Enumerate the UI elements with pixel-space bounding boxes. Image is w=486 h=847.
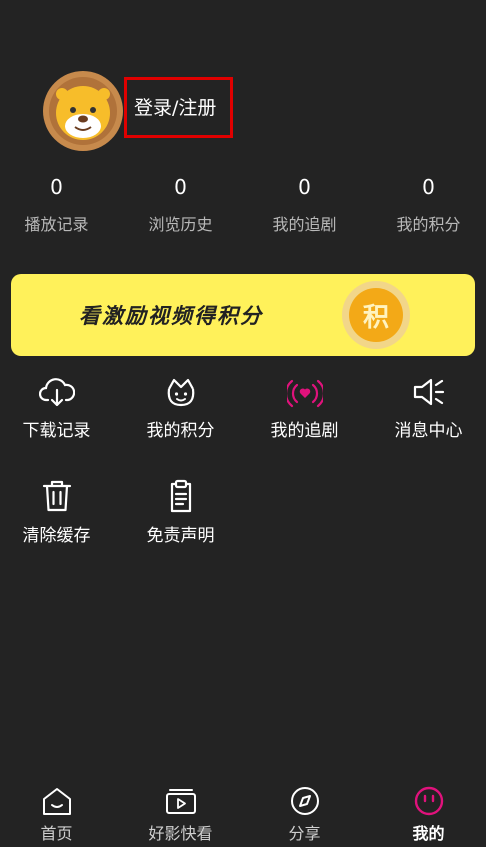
menu-label: 免责声明 [146,526,215,546]
stat-label: 播放记录 [24,215,89,234]
menu-label: 下载记录 [22,421,91,441]
stat-play-record[interactable]: 0 播放记录 [0,175,117,235]
menu-clear-cache[interactable]: 清除缓存 [0,479,117,546]
stat-value: 0 [50,175,63,199]
menu-label: 我的追剧 [270,421,339,441]
menu-download-record[interactable]: 下载记录 [0,376,117,441]
menu-message-center[interactable]: 消息中心 [368,376,486,441]
points-coin-icon: 积 [342,281,410,349]
stat-label: 我的积分 [396,215,461,234]
video-player-icon [165,789,196,814]
stat-value: 0 [422,175,435,199]
tab-label: 首页 [40,824,73,843]
menu-my-follows[interactable]: 我的追剧 [244,376,365,441]
stat-value: 0 [298,175,311,199]
coin-label: 积 [349,288,403,342]
banner-text: 看激励视频得积分 [79,304,263,328]
reward-video-banner[interactable]: 看激励视频得积分 积 [11,274,475,356]
menu-disclaimer[interactable]: 免责声明 [120,479,241,546]
compass-icon [290,787,319,815]
crown-face-icon [167,378,194,407]
menu-label: 消息中心 [394,421,463,441]
tab-label: 分享 [288,824,321,843]
tab-label: 我的 [412,824,445,843]
broadcast-heart-icon [286,379,323,408]
trash-icon [42,480,71,512]
menu-my-points[interactable]: 我的积分 [120,376,241,441]
smiley-icon [414,786,443,816]
login-register-link[interactable]: 登录/注册 [134,93,216,120]
speaker-icon [413,378,444,406]
menu-label: 清除缓存 [22,526,91,546]
menu-label: 我的积分 [146,421,215,441]
stat-my-follows[interactable]: 0 我的追剧 [244,175,365,235]
bottom-tab-bar: 首页 好影快看 分享 我的 [0,780,486,847]
tab-good-movies[interactable]: 好影快看 [120,786,241,844]
stat-value: 0 [174,175,187,199]
cloud-download-icon [38,378,75,407]
tab-share[interactable]: 分享 [244,786,365,844]
stat-label: 浏览历史 [148,215,213,234]
stat-label: 我的追剧 [272,215,337,234]
tab-label: 好影快看 [148,824,213,843]
lion-avatar-icon[interactable] [42,70,124,152]
clipboard-icon [170,479,191,513]
stat-browse-history[interactable]: 0 浏览历史 [120,175,241,235]
tab-home[interactable]: 首页 [0,786,117,844]
tab-mine[interactable]: 我的 [368,786,486,844]
home-icon [42,788,71,815]
stat-my-points[interactable]: 0 我的积分 [368,175,486,235]
